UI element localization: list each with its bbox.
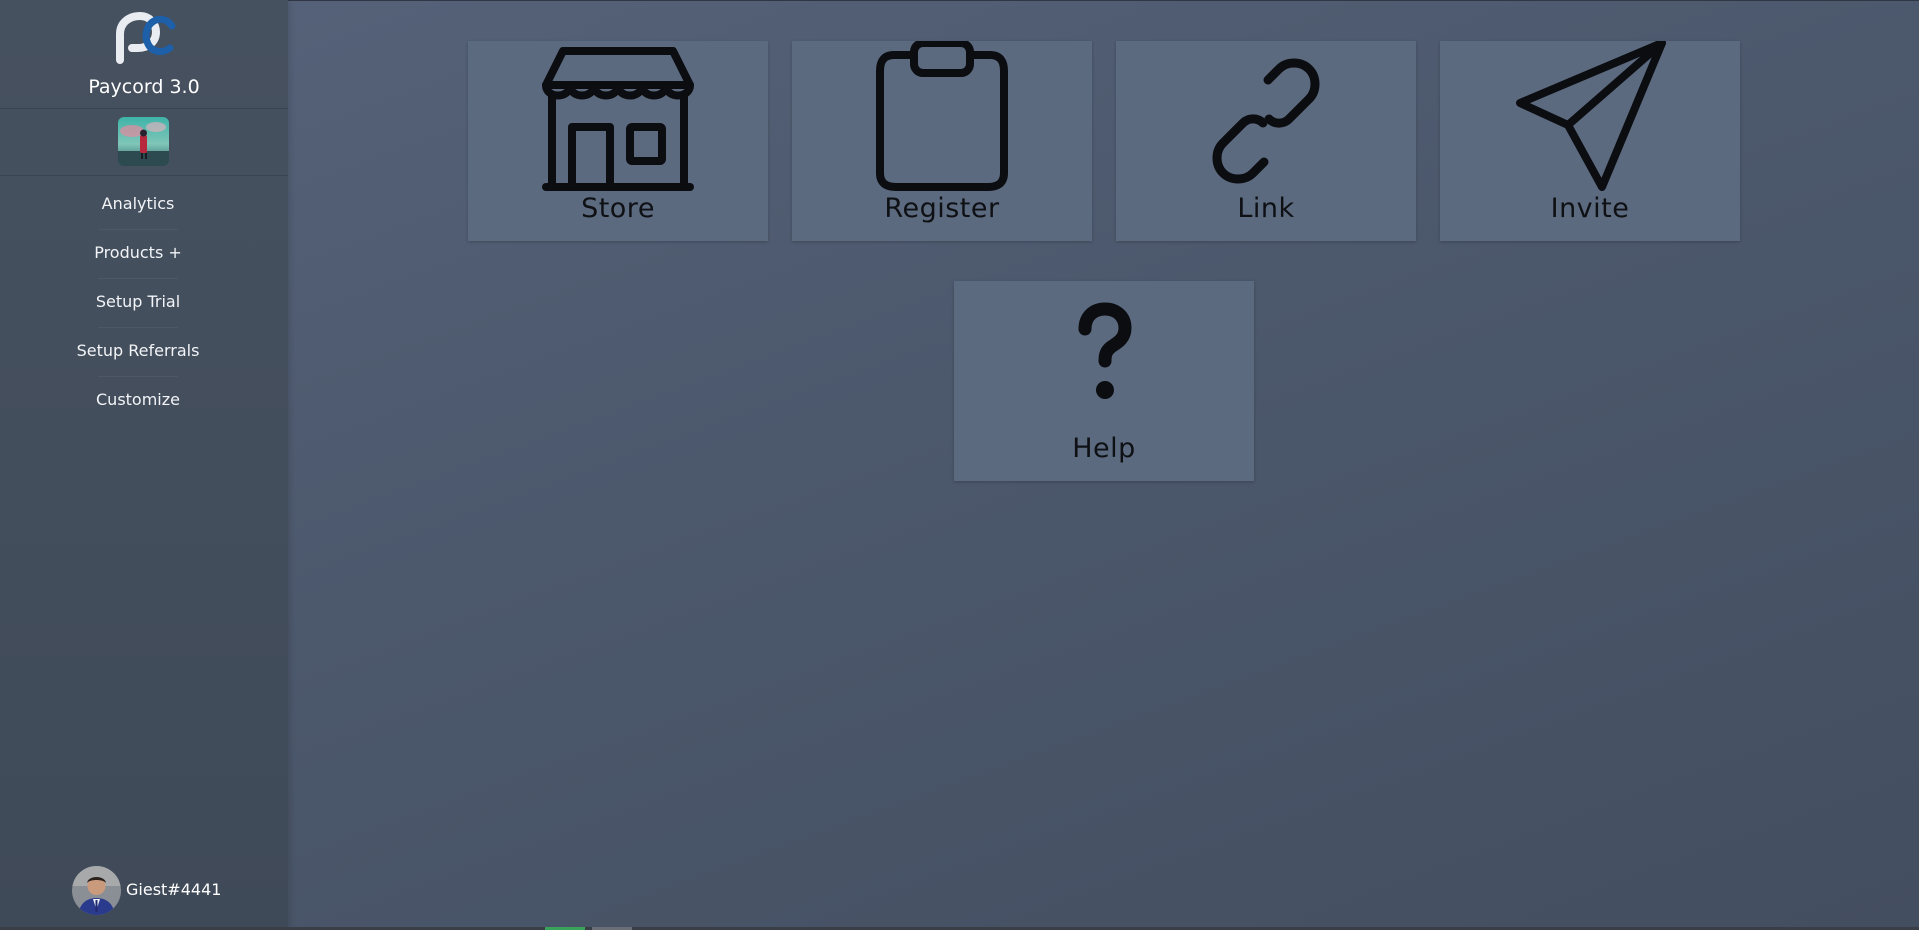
nav-divider [98, 376, 178, 377]
paycord-logo-icon[interactable] [110, 12, 176, 66]
server-icon[interactable] [118, 117, 169, 166]
question-mark-icon [1078, 302, 1132, 399]
register-tile[interactable]: Register [792, 41, 1092, 241]
register-label: Register [884, 193, 1000, 224]
store-label: Store [581, 193, 655, 224]
help-label: Help [1072, 433, 1136, 464]
help-tile[interactable]: Help [954, 281, 1254, 481]
paper-plane-icon [1516, 41, 1666, 191]
invite-tile[interactable]: Invite [1440, 41, 1740, 241]
username: Giest#4441 [126, 880, 222, 899]
nav-divider [98, 229, 178, 230]
sidebar-item-setup-referrals[interactable]: Setup Referrals [0, 341, 276, 360]
link-tile[interactable]: Link [1116, 41, 1416, 241]
sidebar-item-setup-trial[interactable]: Setup Trial [0, 292, 276, 311]
nav-divider [98, 327, 178, 328]
avatar[interactable] [72, 866, 121, 915]
store-tile[interactable]: Store [468, 41, 768, 241]
sidebar-item-products[interactable]: Products + [0, 243, 276, 262]
user-profile[interactable]: Giest#4441 [72, 866, 272, 916]
store-icon [542, 47, 694, 191]
sidebar-item-analytics[interactable]: Analytics [0, 194, 276, 213]
invite-label: Invite [1550, 193, 1630, 224]
brand-header: Paycord 3.0 [0, 0, 288, 109]
link-icon [1212, 58, 1320, 184]
sidebar: Paycord 3.0 Analytics Products + Setup T… [0, 0, 288, 930]
sidebar-item-customize[interactable]: Customize [0, 390, 276, 409]
clipboard-icon [876, 41, 1008, 191]
app-name: Paycord 3.0 [88, 76, 200, 98]
nav-divider [98, 278, 178, 279]
link-label: Link [1237, 193, 1295, 224]
server-selector[interactable] [0, 109, 288, 176]
